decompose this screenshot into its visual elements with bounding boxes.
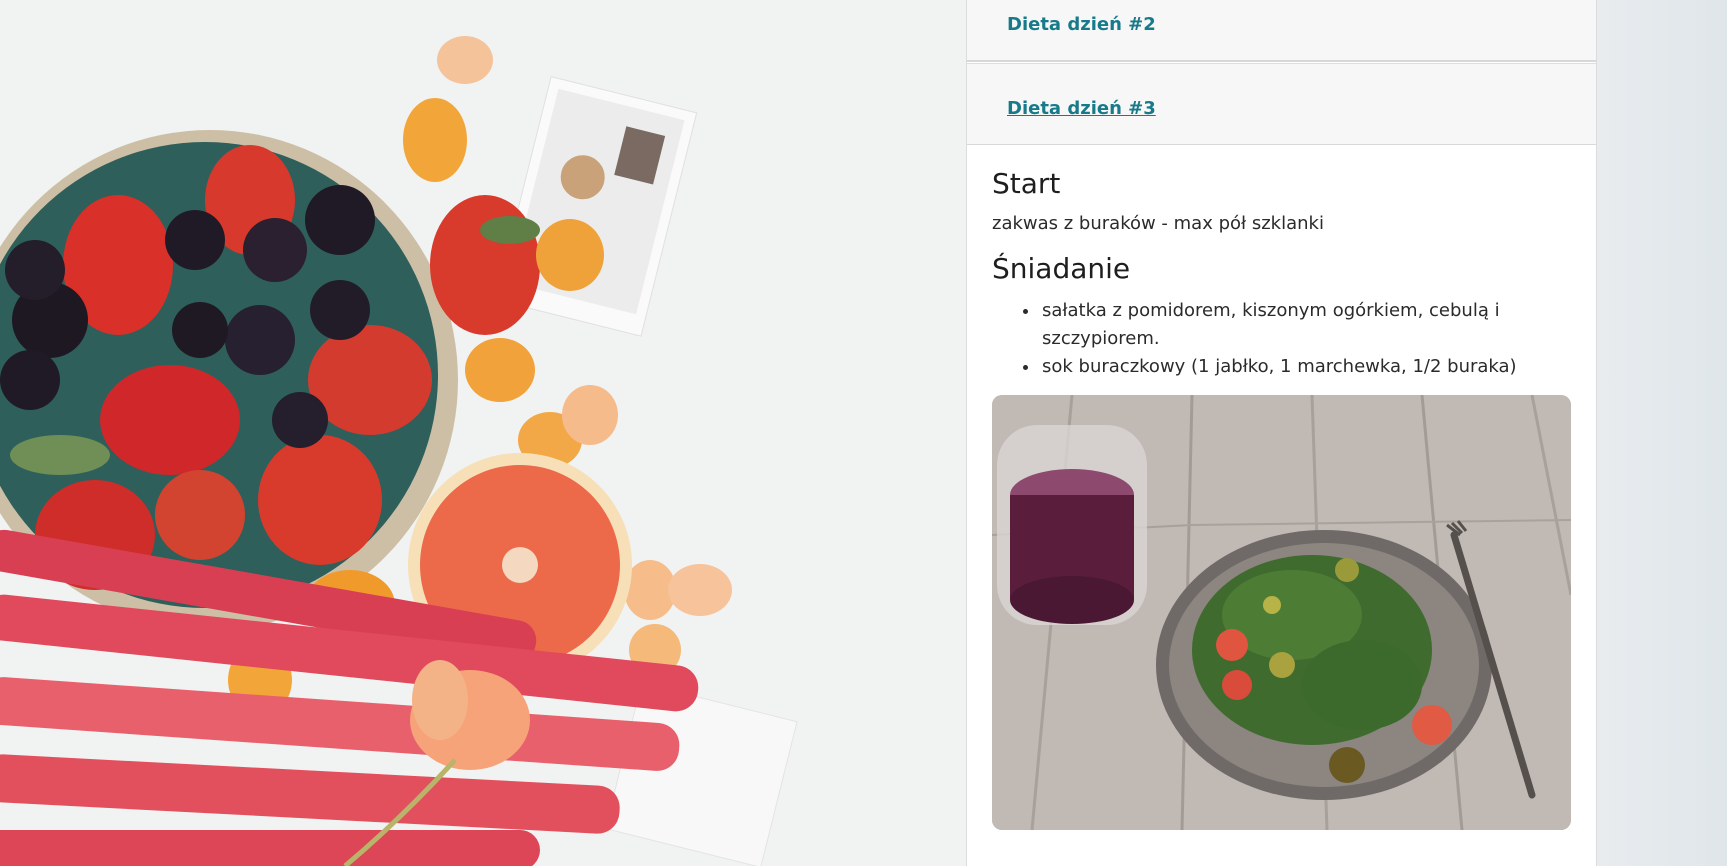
list-item: sałatka z pomidorem, kiszonym ogórkiem, …: [1040, 297, 1571, 353]
background-right-strip: [1595, 0, 1727, 866]
breakfast-photo: [992, 395, 1571, 831]
accordion-header-day2[interactable]: Dieta dzień #2: [967, 0, 1596, 62]
accordion-day2-link[interactable]: Dieta dzień #2: [1007, 14, 1156, 35]
background-fruit-photo: [0, 0, 966, 866]
diet-accordion: Dieta dzień #2 Dieta dzień #3 Start zakw…: [966, 0, 1597, 866]
start-text: zakwas z buraków - max pół szklanki: [992, 212, 1324, 234]
breakfast-list: sałatka z pomidorem, kiszonym ogórkiem, …: [992, 297, 1571, 381]
accordion-body-day3: Start zakwas z buraków - max pół szklank…: [967, 145, 1596, 831]
accordion-header-day3[interactable]: Dieta dzień #3: [967, 63, 1596, 145]
start-heading: Start: [992, 167, 1061, 200]
breakfast-heading: Śniadanie: [992, 251, 1131, 285]
accordion-day3-link[interactable]: Dieta dzień #3: [1007, 98, 1156, 119]
list-item: sok buraczkowy (1 jabłko, 1 marchewka, 1…: [1040, 353, 1571, 381]
